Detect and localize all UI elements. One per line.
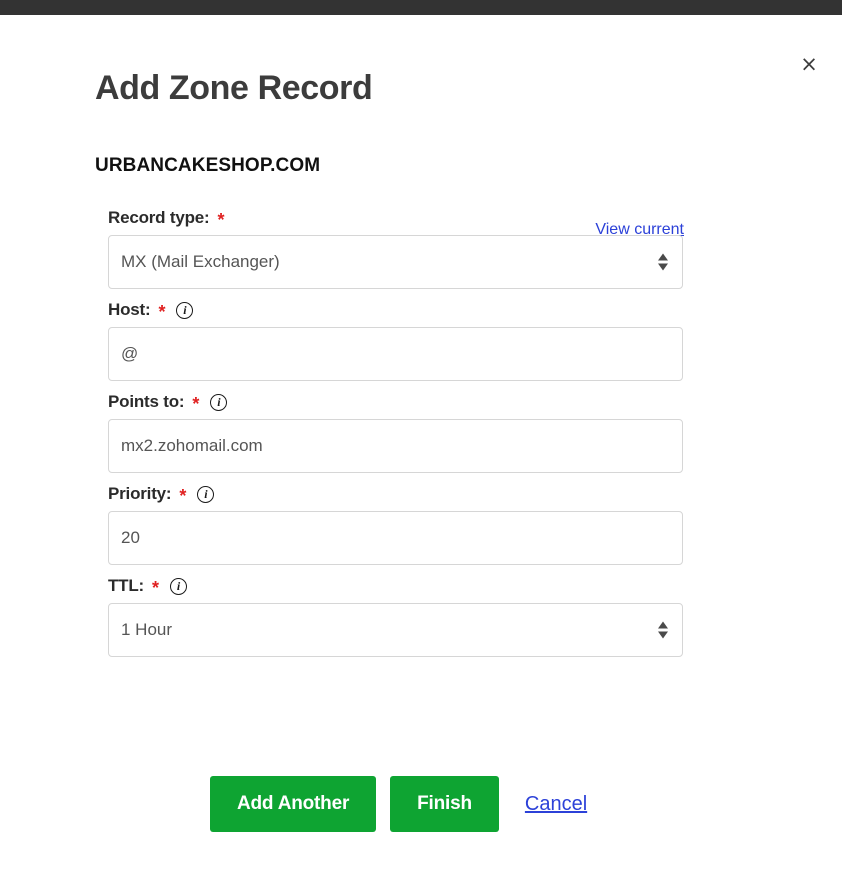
required-marker: * xyxy=(217,210,225,230)
field-label-host: Host: xyxy=(108,300,151,319)
host-input[interactable]: @ xyxy=(108,327,683,381)
finish-button[interactable]: Finish xyxy=(390,776,499,832)
field-ttl: TTL: * i 1 Hour xyxy=(108,573,708,657)
page-title: Add Zone Record xyxy=(95,69,373,107)
points-to-input[interactable]: mx2.zohomail.com xyxy=(108,419,683,473)
required-marker: * xyxy=(158,302,166,322)
host-input-value: @ xyxy=(121,344,139,363)
info-icon[interactable]: i xyxy=(176,301,194,319)
field-label-row: Priority: * i xyxy=(108,481,708,507)
ttl-select[interactable]: 1 Hour xyxy=(108,603,683,657)
required-marker: * xyxy=(192,394,200,414)
field-label-priority: Priority: xyxy=(108,484,172,503)
field-host: Host: * i @ xyxy=(108,297,708,381)
record-type-select[interactable]: MX (Mail Exchanger) xyxy=(108,235,683,289)
points-to-input-value: mx2.zohomail.com xyxy=(121,436,263,455)
chevron-updown-icon xyxy=(658,253,668,271)
domain-name: URBANCAKESHOP.COM xyxy=(95,155,321,176)
info-icon[interactable]: i xyxy=(197,485,215,503)
field-label-row: Host: * i xyxy=(108,297,708,323)
field-points-to: Points to: * i mx2.zohomail.com xyxy=(108,389,708,473)
field-priority: Priority: * i 20 xyxy=(108,481,708,565)
priority-input[interactable]: 20 xyxy=(108,511,683,565)
add-another-button[interactable]: Add Another xyxy=(210,776,377,832)
cancel-link[interactable]: Cancel xyxy=(525,793,587,816)
chevron-updown-icon xyxy=(658,621,668,639)
field-label-ttl: TTL: xyxy=(108,576,145,595)
ttl-value: 1 Hour xyxy=(121,620,173,639)
required-marker: * xyxy=(179,486,187,506)
required-marker: * xyxy=(152,578,160,598)
priority-input-value: 20 xyxy=(121,528,140,547)
field-label-row: Points to: * i xyxy=(108,389,708,415)
field-record-type: Record type: * View current MX (Mail Exc… xyxy=(108,205,708,289)
info-icon[interactable]: i xyxy=(210,393,228,411)
browser-top-bar xyxy=(0,0,842,15)
info-icon[interactable]: i xyxy=(170,577,188,595)
zone-record-form: Record type: * View current MX (Mail Exc… xyxy=(108,205,708,665)
field-label-record-type: Record type: xyxy=(108,208,210,227)
field-label-points-to: Points to: xyxy=(108,392,185,411)
close-icon[interactable]: × xyxy=(796,51,822,77)
record-type-value: MX (Mail Exchanger) xyxy=(121,252,280,271)
form-actions: Add Another Finish Cancel xyxy=(210,776,587,832)
field-label-row: TTL: * i xyxy=(108,573,708,599)
